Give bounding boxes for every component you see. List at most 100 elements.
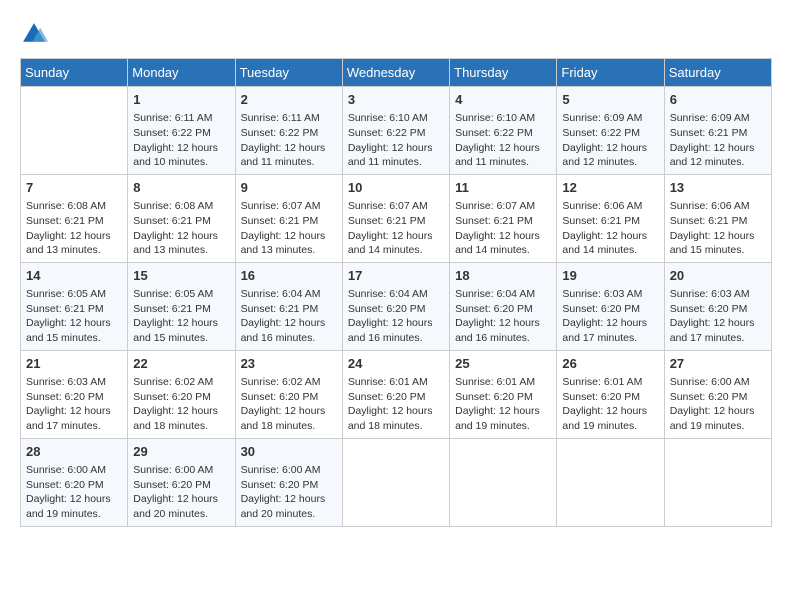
day-info: Sunrise: 6:04 AM Sunset: 6:20 PM Dayligh…	[348, 287, 444, 346]
day-number: 25	[455, 355, 551, 373]
day-info: Sunrise: 6:09 AM Sunset: 6:22 PM Dayligh…	[562, 111, 658, 170]
weekday-header: Saturday	[664, 59, 771, 87]
day-info: Sunrise: 6:11 AM Sunset: 6:22 PM Dayligh…	[241, 111, 337, 170]
calendar-cell	[450, 438, 557, 526]
day-info: Sunrise: 6:10 AM Sunset: 6:22 PM Dayligh…	[455, 111, 551, 170]
calendar-week-row: 7 Sunrise: 6:08 AM Sunset: 6:21 PM Daylig…	[21, 174, 772, 262]
calendar-cell: 12Sunrise: 6:06 AM Sunset: 6:21 PM Dayli…	[557, 174, 664, 262]
day-info: Sunrise: 6:06 AM Sunset: 6:21 PM Dayligh…	[562, 199, 658, 258]
calendar-cell: 19 Sunrise: 6:03 AM Sunset: 6:20 PM Dayli…	[557, 262, 664, 350]
calendar-cell: 14Sunrise: 6:05 AM Sunset: 6:21 PM Dayli…	[21, 262, 128, 350]
calendar-cell: 1 Sunrise: 6:11 AM Sunset: 6:22 PM Daylig…	[128, 87, 235, 175]
calendar-cell: 22 Sunrise: 6:02 AM Sunset: 6:20 PM Dayli…	[128, 350, 235, 438]
calendar-cell: 9Sunrise: 6:07 AM Sunset: 6:21 PM Daylig…	[235, 174, 342, 262]
logo-icon	[20, 20, 48, 48]
calendar-body: 1 Sunrise: 6:11 AM Sunset: 6:22 PM Daylig…	[21, 87, 772, 527]
calendar-cell: 18 Sunrise: 6:04 AM Sunset: 6:20 PM Dayli…	[450, 262, 557, 350]
weekday-header: Friday	[557, 59, 664, 87]
calendar-cell: 23Sunrise: 6:02 AM Sunset: 6:20 PM Dayli…	[235, 350, 342, 438]
calendar-cell: 4 Sunrise: 6:10 AM Sunset: 6:22 PM Daylig…	[450, 87, 557, 175]
calendar-cell: 10Sunrise: 6:07 AM Sunset: 6:21 PM Dayli…	[342, 174, 449, 262]
day-info: Sunrise: 6:08 AM Sunset: 6:21 PM Dayligh…	[26, 199, 122, 258]
weekday-header: Wednesday	[342, 59, 449, 87]
calendar-cell: 5 Sunrise: 6:09 AM Sunset: 6:22 PM Daylig…	[557, 87, 664, 175]
day-info: Sunrise: 6:03 AM Sunset: 6:20 PM Dayligh…	[562, 287, 658, 346]
day-number: 15	[133, 267, 229, 285]
calendar-cell: 30 Sunrise: 6:00 AM Sunset: 6:20 PM Dayli…	[235, 438, 342, 526]
day-info: Sunrise: 6:05 AM Sunset: 6:21 PM Dayligh…	[133, 287, 229, 346]
day-info: Sunrise: 6:00 AM Sunset: 6:20 PM Dayligh…	[133, 463, 229, 522]
day-info: Sunrise: 6:08 AM Sunset: 6:21 PM Dayligh…	[133, 199, 229, 258]
day-info: Sunrise: 6:01 AM Sunset: 6:20 PM Dayligh…	[455, 375, 551, 434]
day-number: 10	[348, 179, 444, 197]
calendar-cell: 3 Sunrise: 6:10 AM Sunset: 6:22 PM Daylig…	[342, 87, 449, 175]
day-info: Sunrise: 6:04 AM Sunset: 6:20 PM Dayligh…	[455, 287, 551, 346]
weekday-row: SundayMondayTuesdayWednesdayThursdayFrid…	[21, 59, 772, 87]
day-info: Sunrise: 6:01 AM Sunset: 6:20 PM Dayligh…	[348, 375, 444, 434]
calendar-cell: 27 Sunrise: 6:00 AM Sunset: 6:20 PM Dayli…	[664, 350, 771, 438]
day-info: Sunrise: 6:09 AM Sunset: 6:21 PM Dayligh…	[670, 111, 766, 170]
calendar-week-row: 21 Sunrise: 6:03 AM Sunset: 6:20 PM Dayli…	[21, 350, 772, 438]
day-info: Sunrise: 6:02 AM Sunset: 6:20 PM Dayligh…	[133, 375, 229, 434]
calendar-cell	[342, 438, 449, 526]
calendar-cell: 11Sunrise: 6:07 AM Sunset: 6:21 PM Dayli…	[450, 174, 557, 262]
calendar-cell: 21 Sunrise: 6:03 AM Sunset: 6:20 PM Dayli…	[21, 350, 128, 438]
weekday-header: Thursday	[450, 59, 557, 87]
day-number: 4	[455, 91, 551, 109]
calendar-cell: 6 Sunrise: 6:09 AM Sunset: 6:21 PM Daylig…	[664, 87, 771, 175]
day-number: 18	[455, 267, 551, 285]
calendar-cell	[557, 438, 664, 526]
day-number: 26	[562, 355, 658, 373]
day-number: 7	[26, 179, 122, 197]
day-number: 11	[455, 179, 551, 197]
calendar-cell: 20Sunrise: 6:03 AM Sunset: 6:20 PM Dayli…	[664, 262, 771, 350]
weekday-header: Sunday	[21, 59, 128, 87]
day-number: 28	[26, 443, 122, 461]
day-number: 13	[670, 179, 766, 197]
day-number: 6	[670, 91, 766, 109]
day-number: 21	[26, 355, 122, 373]
calendar-cell: 7 Sunrise: 6:08 AM Sunset: 6:21 PM Daylig…	[21, 174, 128, 262]
day-number: 8	[133, 179, 229, 197]
day-info: Sunrise: 6:11 AM Sunset: 6:22 PM Dayligh…	[133, 111, 229, 170]
calendar-cell: 16 Sunrise: 6:04 AM Sunset: 6:21 PM Dayli…	[235, 262, 342, 350]
calendar-week-row: 14 Sunrise: 6:05 AM Sunset: 6:21 PM Dayli…	[21, 262, 772, 350]
day-info: Sunrise: 6:00 AM Sunset: 6:20 PM Dayligh…	[670, 375, 766, 434]
day-info: Sunrise: 6:10 AM Sunset: 6:22 PM Dayligh…	[348, 111, 444, 170]
day-info: Sunrise: 6:02 AM Sunset: 6:20 PM Dayligh…	[241, 375, 337, 434]
weekday-header: Monday	[128, 59, 235, 87]
calendar-cell: 13 Sunrise: 6:06 AM Sunset: 6:21 PM Dayli…	[664, 174, 771, 262]
calendar-header: SundayMondayTuesdayWednesdayThursdayFrid…	[21, 59, 772, 87]
day-number: 19	[562, 267, 658, 285]
weekday-header: Tuesday	[235, 59, 342, 87]
day-info: Sunrise: 6:00 AM Sunset: 6:20 PM Dayligh…	[241, 463, 337, 522]
calendar-week-row: 28 Sunrise: 6:00 AM Sunset: 6:20 PM Dayli…	[21, 438, 772, 526]
calendar-cell: 25 Sunrise: 6:01 AM Sunset: 6:20 PM Dayli…	[450, 350, 557, 438]
calendar-cell: 17 Sunrise: 6:04 AM Sunset: 6:20 PM Dayli…	[342, 262, 449, 350]
calendar-week-row: 1 Sunrise: 6:11 AM Sunset: 6:22 PM Daylig…	[21, 87, 772, 175]
day-info: Sunrise: 6:03 AM Sunset: 6:20 PM Dayligh…	[26, 375, 122, 434]
calendar-cell: 29Sunrise: 6:00 AM Sunset: 6:20 PM Dayli…	[128, 438, 235, 526]
day-info: Sunrise: 6:04 AM Sunset: 6:21 PM Dayligh…	[241, 287, 337, 346]
calendar-table: SundayMondayTuesdayWednesdayThursdayFrid…	[20, 58, 772, 527]
calendar-cell	[21, 87, 128, 175]
calendar-cell: 28Sunrise: 6:00 AM Sunset: 6:20 PM Dayli…	[21, 438, 128, 526]
calendar-cell	[664, 438, 771, 526]
day-number: 30	[241, 443, 337, 461]
day-number: 2	[241, 91, 337, 109]
day-number: 14	[26, 267, 122, 285]
day-number: 27	[670, 355, 766, 373]
calendar-cell: 2 Sunrise: 6:11 AM Sunset: 6:22 PM Daylig…	[235, 87, 342, 175]
day-number: 16	[241, 267, 337, 285]
day-number: 3	[348, 91, 444, 109]
day-number: 17	[348, 267, 444, 285]
calendar-cell: 26Sunrise: 6:01 AM Sunset: 6:20 PM Dayli…	[557, 350, 664, 438]
calendar-cell: 24 Sunrise: 6:01 AM Sunset: 6:20 PM Dayli…	[342, 350, 449, 438]
day-number: 1	[133, 91, 229, 109]
day-number: 20	[670, 267, 766, 285]
day-number: 22	[133, 355, 229, 373]
day-number: 24	[348, 355, 444, 373]
page-header	[20, 20, 772, 48]
day-info: Sunrise: 6:06 AM Sunset: 6:21 PM Dayligh…	[670, 199, 766, 258]
day-number: 5	[562, 91, 658, 109]
